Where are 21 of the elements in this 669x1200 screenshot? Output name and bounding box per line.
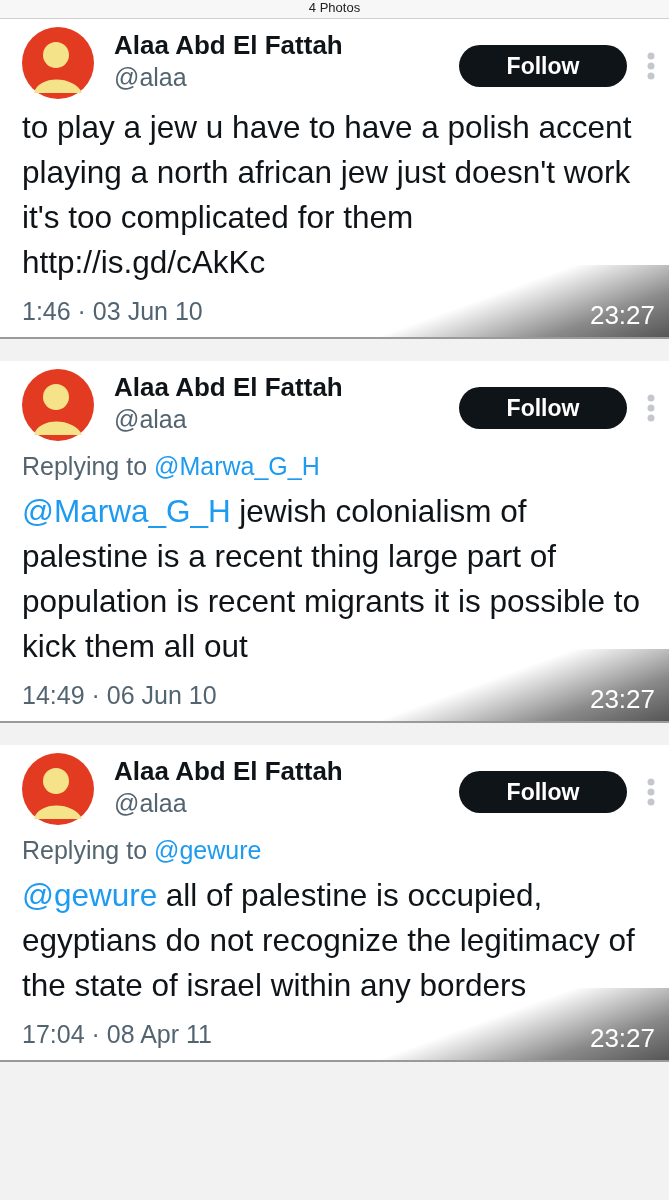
user-handle: @alaa xyxy=(114,788,188,819)
header-title: 4 Photos xyxy=(307,0,362,16)
reply-line: Replying to @gewure xyxy=(21,835,263,866)
tweet-text: @gewure all of palestine is occupied, egyptians do not recognize the legitimacy of the state of israel within any borders xyxy=(21,876,636,1005)
user-name[interactable]: Alaa Abd El Fattah xyxy=(114,755,459,787)
user-handle: @alaa xyxy=(114,404,188,435)
tweet-date: 14:49 · 06 Jun 10 xyxy=(22,680,217,711)
tweet-date: 17:04 · 08 Apr 11 xyxy=(22,1019,212,1050)
follow-button[interactable]: Follow xyxy=(459,387,627,429)
tweet-date: 1:46 · 03 Jun 10 xyxy=(22,296,203,327)
follow-button[interactable]: Follow xyxy=(459,771,627,813)
avatar-icon[interactable] xyxy=(22,27,94,99)
user-name[interactable]: Alaa Abd El Fattah xyxy=(114,29,459,61)
avatar-icon[interactable] xyxy=(22,369,94,441)
reply-line: Replying to @Marwa_G_H xyxy=(21,451,321,482)
user-handle: @alaa xyxy=(114,62,188,93)
follow-button[interactable]: Follow xyxy=(459,45,627,87)
time-overlay: 23:27 xyxy=(379,265,669,337)
user-name[interactable]: Alaa Abd El Fattah xyxy=(114,371,459,403)
avatar-icon[interactable] xyxy=(22,753,94,825)
time-overlay: 23:27 xyxy=(379,649,669,721)
